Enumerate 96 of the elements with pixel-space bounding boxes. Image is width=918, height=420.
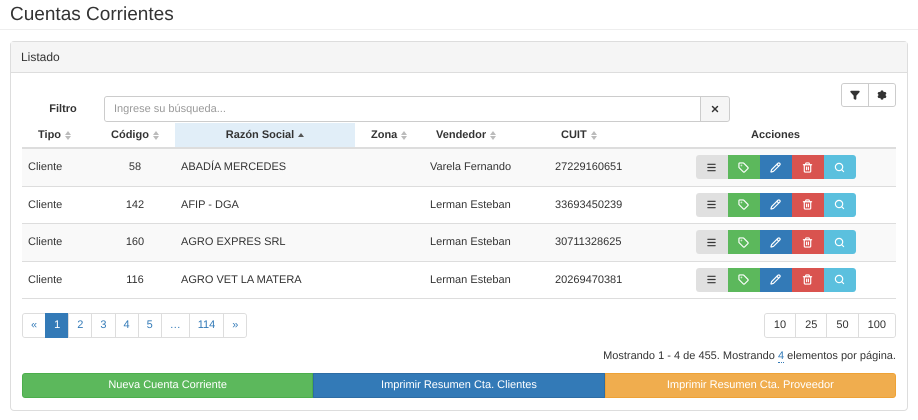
- action-button[interactable]: Imprimir Resumen Cta. Clientes: [313, 372, 605, 398]
- sort-icon: [590, 130, 597, 140]
- menu-icon: [706, 199, 717, 210]
- type-cell: Cliente: [28, 274, 62, 286]
- view-button[interactable]: [824, 230, 856, 254]
- search-icon: [834, 162, 845, 173]
- menu-button[interactable]: [696, 155, 728, 180]
- pencil-icon: [770, 199, 781, 210]
- menu-button[interactable]: [696, 192, 728, 217]
- sort-icon: [65, 130, 72, 140]
- name-cell: ABADÍA MERCEDES: [181, 161, 286, 173]
- page-size-button[interactable]: 100: [858, 313, 896, 338]
- pencil-icon: [770, 236, 781, 248]
- code-cell: 160: [126, 236, 144, 248]
- cuit-cell: 27229160651: [555, 161, 622, 173]
- edit-button[interactable]: [760, 230, 792, 254]
- name-cell: AGRO EXPRES SRL: [181, 236, 286, 248]
- page-link[interactable]: 5: [138, 313, 162, 338]
- code-cell: 142: [126, 198, 144, 210]
- delete-button[interactable]: [792, 230, 824, 254]
- page-size-button[interactable]: 25: [795, 313, 828, 338]
- delete-button[interactable]: [792, 268, 824, 292]
- page-size-link[interactable]: 4: [778, 350, 784, 363]
- pencil-icon: [770, 274, 781, 286]
- cuit-cell: 30711328625: [555, 236, 622, 248]
- trash-icon: [802, 199, 813, 210]
- tag-icon: [738, 199, 749, 210]
- view-button[interactable]: [824, 155, 856, 180]
- trash-icon: [802, 274, 813, 286]
- trash-icon: [802, 236, 813, 248]
- column-header[interactable]: Vendedor: [420, 123, 545, 147]
- name-cell: AGRO VET LA MATERA: [181, 274, 302, 286]
- code-cell: 116: [126, 274, 144, 286]
- type-cell: Cliente: [28, 198, 62, 210]
- delete-button[interactable]: [792, 192, 824, 217]
- code-cell: 58: [128, 161, 142, 173]
- settings-icon: [877, 90, 887, 100]
- sort-ascending-icon: [298, 133, 304, 137]
- filter-button[interactable]: [841, 83, 869, 107]
- sort-icon: [401, 130, 408, 140]
- filter-icon: [850, 90, 860, 100]
- column-header[interactable]: Código: [95, 123, 175, 147]
- edit-button[interactable]: [760, 268, 792, 292]
- page-link[interactable]: 3: [91, 313, 116, 338]
- tag-icon: [738, 274, 749, 286]
- seller-cell: Lerman Esteban: [430, 236, 511, 248]
- action-button[interactable]: Nueva Cuenta Corriente: [22, 372, 314, 398]
- cuit-cell: 20269470381: [555, 274, 622, 286]
- page-title: Cuentas Corrientes: [10, 5, 174, 24]
- seller-cell: Lerman Esteban: [430, 198, 511, 210]
- pencil-icon: [770, 162, 781, 173]
- page-link[interactable]: …: [160, 313, 190, 338]
- sort-icon: [490, 130, 496, 140]
- page-size-button[interactable]: 10: [764, 313, 796, 338]
- edit-button[interactable]: [760, 192, 792, 217]
- page-link[interactable]: »: [223, 313, 248, 338]
- delete-button[interactable]: [792, 155, 824, 180]
- search-field[interactable]: Ingrese su búsqueda...: [104, 96, 701, 122]
- menu-icon: [706, 236, 717, 248]
- menu-button[interactable]: [696, 230, 728, 254]
- page-link[interactable]: 114: [188, 313, 224, 338]
- column-header: Acciones: [750, 128, 801, 143]
- column-header[interactable]: Tipo: [22, 123, 95, 147]
- sort-icon: [152, 130, 159, 140]
- pagination-summary: Mostrando 1 - 4 de 455. Mostrando 4 elementos por página.: [603, 349, 896, 364]
- close-icon: [710, 104, 720, 114]
- trash-icon: [802, 162, 813, 173]
- type-cell: Cliente: [28, 161, 62, 173]
- menu-icon: [706, 162, 717, 173]
- edit-button[interactable]: [760, 155, 792, 180]
- column-header[interactable]: CUIT: [545, 123, 655, 147]
- search-icon: [834, 274, 845, 286]
- seller-cell: Lerman Esteban: [430, 274, 511, 286]
- tag-icon: [738, 236, 749, 248]
- cuit-cell: 33693450239: [555, 198, 622, 210]
- view-button[interactable]: [824, 192, 856, 217]
- name-cell: AFIP - DGA: [181, 198, 239, 210]
- settings-button[interactable]: [868, 83, 896, 107]
- tag-icon: [738, 162, 749, 173]
- page-link[interactable]: 2: [68, 313, 92, 338]
- menu-icon: [706, 274, 717, 286]
- page-link[interactable]: 4: [114, 313, 139, 338]
- view-button[interactable]: [824, 268, 856, 292]
- menu-button[interactable]: [696, 268, 728, 292]
- filter-label: Filtro: [48, 102, 78, 117]
- column-header[interactable]: Zona: [355, 123, 420, 147]
- page-link[interactable]: «: [22, 313, 46, 338]
- type-cell: Cliente: [28, 236, 62, 248]
- column-header[interactable]: Razón Social: [175, 123, 355, 147]
- page-size-button[interactable]: 50: [826, 313, 859, 338]
- page-link[interactable]: 1: [45, 313, 70, 338]
- seller-cell: Varela Fernando: [430, 161, 512, 173]
- search-icon: [834, 236, 845, 248]
- search-icon: [834, 199, 845, 210]
- panel-title: Listado: [21, 49, 60, 66]
- clear-button[interactable]: [700, 96, 730, 122]
